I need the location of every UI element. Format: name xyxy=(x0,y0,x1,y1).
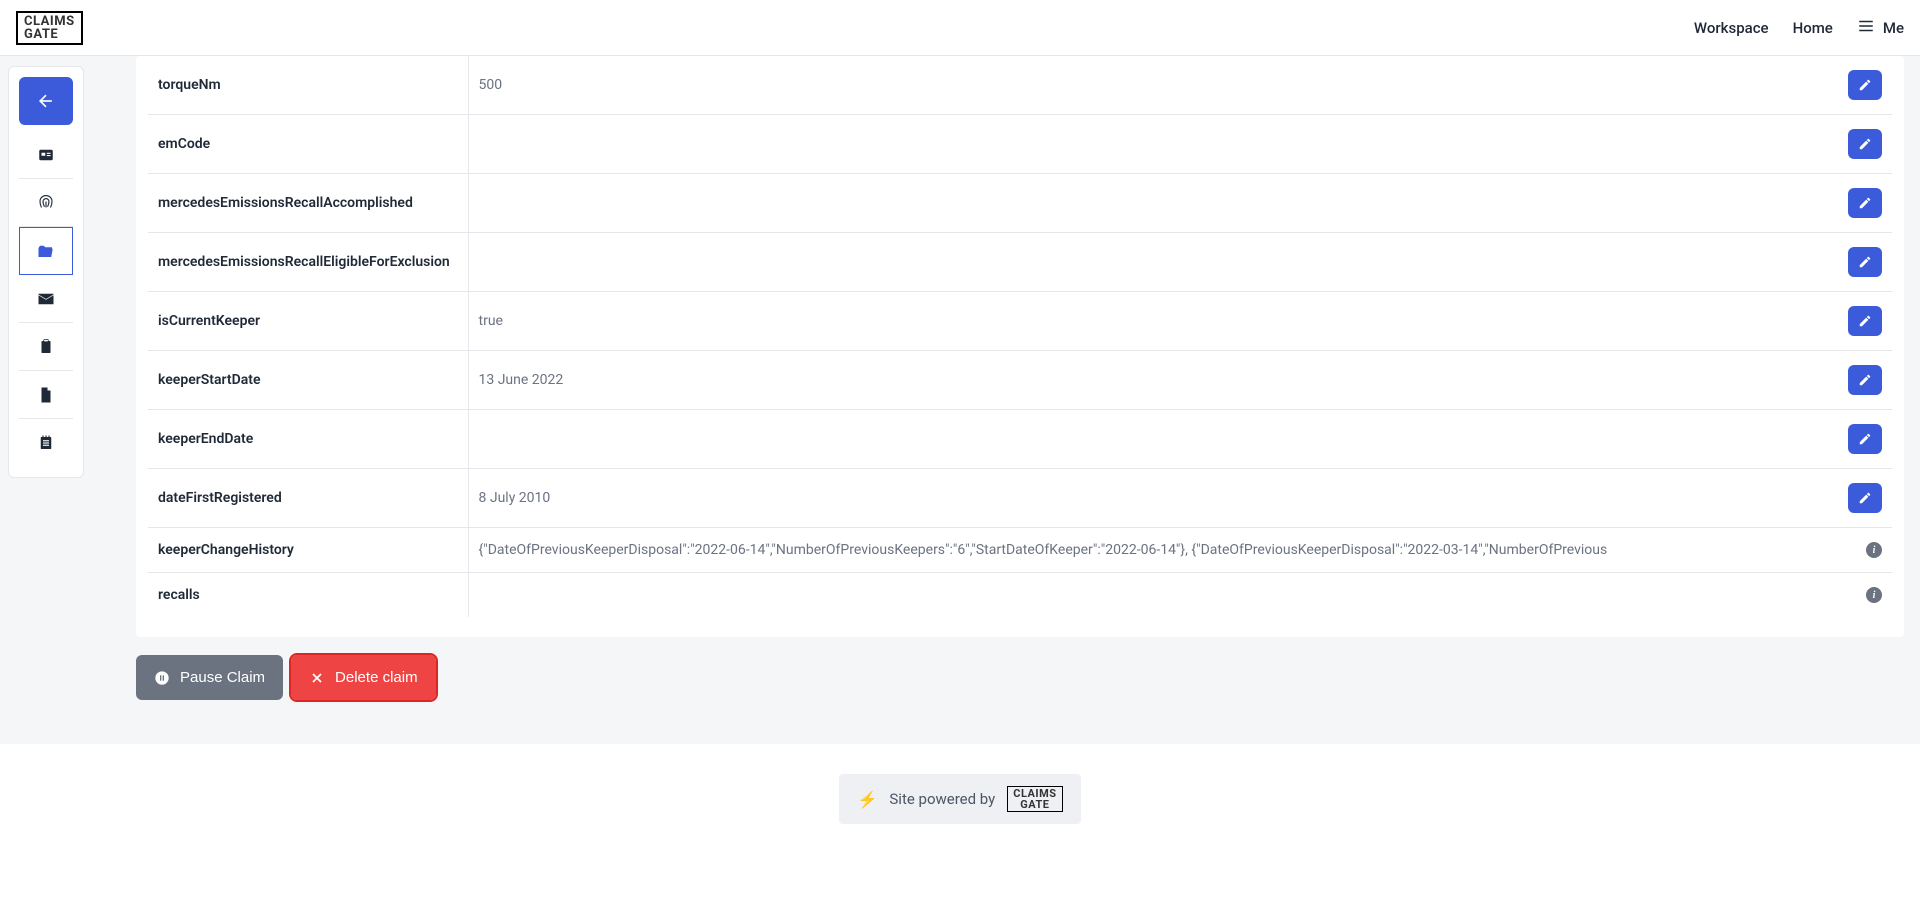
pencil-icon xyxy=(1858,432,1872,446)
row-value: 8 July 2010 xyxy=(468,469,1832,528)
pause-claim-button[interactable]: Pause Claim xyxy=(136,655,283,700)
table-row: torqueNm500 xyxy=(148,56,1892,115)
pencil-icon xyxy=(1858,314,1872,328)
row-value xyxy=(468,410,1832,469)
edit-button[interactable] xyxy=(1848,247,1882,277)
sidebar-back-button[interactable] xyxy=(19,77,73,125)
pause-label: Pause Claim xyxy=(180,669,265,686)
row-key: emCode xyxy=(148,115,468,174)
table-row: keeperChangeHistory{"DateOfPreviousKeepe… xyxy=(148,528,1892,573)
edit-button[interactable] xyxy=(1848,129,1882,159)
sidebar-item-notes[interactable] xyxy=(19,419,73,467)
footer-logo: CLAIMS GATE xyxy=(1007,786,1062,812)
claim-data-table: torqueNm500emCodemercedesEmissionsRecall… xyxy=(148,56,1892,617)
brand-line1: CLAIMS xyxy=(24,15,75,28)
table-row: dateFirstRegistered8 July 2010 xyxy=(148,469,1892,528)
row-value xyxy=(468,115,1832,174)
edit-button[interactable] xyxy=(1848,424,1882,454)
file-icon xyxy=(37,386,55,404)
envelope-icon xyxy=(37,290,55,308)
sidebar-item-files[interactable] xyxy=(19,227,73,275)
pencil-icon xyxy=(1858,373,1872,387)
pencil-icon xyxy=(1858,491,1872,505)
id-card-icon xyxy=(37,146,55,164)
edit-button[interactable] xyxy=(1848,70,1882,100)
table-row: mercedesEmissionsRecallAccomplished xyxy=(148,174,1892,233)
nav-home[interactable]: Home xyxy=(1793,19,1833,37)
pencil-icon xyxy=(1858,137,1872,151)
table-row: isCurrentKeepertrue xyxy=(148,292,1892,351)
pencil-icon xyxy=(1858,255,1872,269)
edit-button[interactable] xyxy=(1848,188,1882,218)
hamburger-icon xyxy=(1857,17,1875,39)
delete-claim-button[interactable]: Delete claim xyxy=(291,655,436,700)
table-row: keeperStartDate13 June 2022 xyxy=(148,351,1892,410)
pencil-icon xyxy=(1858,78,1872,92)
pencil-icon xyxy=(1858,196,1872,210)
nav-me-label: Me xyxy=(1883,19,1904,37)
sidebar-item-identity[interactable] xyxy=(19,179,73,227)
edit-button[interactable] xyxy=(1848,483,1882,513)
row-key: torqueNm xyxy=(148,56,468,115)
delete-label: Delete claim xyxy=(335,669,418,686)
row-key: mercedesEmissionsRecallAccomplished xyxy=(148,174,468,233)
brand-line2: GATE xyxy=(24,28,75,41)
table-row: recalls i xyxy=(148,573,1892,618)
row-key: recalls xyxy=(148,573,468,618)
top-nav: CLAIMS GATE Workspace Home Me xyxy=(0,0,1920,56)
row-key: keeperStartDate xyxy=(148,351,468,410)
row-value xyxy=(468,174,1832,233)
sidebar-item-clipboard[interactable] xyxy=(19,323,73,371)
clipboard-icon xyxy=(37,338,55,356)
close-icon xyxy=(309,670,325,686)
info-icon[interactable]: i xyxy=(1866,542,1882,558)
sidebar-item-document[interactable] xyxy=(19,371,73,419)
footer-text: Site powered by xyxy=(889,790,995,808)
nav-workspace[interactable]: Workspace xyxy=(1694,19,1769,37)
row-value: 500 xyxy=(468,56,1832,115)
row-key: isCurrentKeeper xyxy=(148,292,468,351)
claim-data-card: torqueNm500emCodemercedesEmissionsRecall… xyxy=(136,56,1904,637)
edit-button[interactable] xyxy=(1848,365,1882,395)
edit-button[interactable] xyxy=(1848,306,1882,336)
row-key: keeperChangeHistory xyxy=(148,528,468,573)
fingerprint-icon xyxy=(37,194,55,212)
footer: ⚡ Site powered by CLAIMS GATE xyxy=(0,744,1920,904)
folder-open-icon xyxy=(37,242,55,260)
footer-brand-line2: GATE xyxy=(1013,799,1056,810)
main-content: torqueNm500emCodemercedesEmissionsRecall… xyxy=(120,56,1920,730)
table-row: mercedesEmissionsRecallEligibleForExclus… xyxy=(148,233,1892,292)
pause-icon xyxy=(154,670,170,686)
brand-logo[interactable]: CLAIMS GATE xyxy=(16,11,83,45)
row-key: dateFirstRegistered xyxy=(148,469,468,528)
left-sidebar xyxy=(8,66,84,478)
row-value: {"DateOfPreviousKeeperDisposal":"2022-06… xyxy=(468,528,1892,573)
nav-right: Workspace Home Me xyxy=(1694,17,1904,39)
notepad-icon xyxy=(37,434,55,452)
table-row: keeperEndDate xyxy=(148,410,1892,469)
sidebar-item-profile[interactable] xyxy=(19,131,73,179)
row-value: 13 June 2022 xyxy=(468,351,1832,410)
row-value: i xyxy=(468,573,1892,618)
footer-pill[interactable]: ⚡ Site powered by CLAIMS GATE xyxy=(839,774,1080,824)
row-key: keeperEndDate xyxy=(148,410,468,469)
bolt-icon: ⚡ xyxy=(857,790,877,809)
info-icon[interactable]: i xyxy=(1866,587,1882,603)
row-key: mercedesEmissionsRecallEligibleForExclus… xyxy=(148,233,468,292)
sidebar-item-messages[interactable] xyxy=(19,275,73,323)
row-value xyxy=(468,233,1832,292)
nav-me[interactable]: Me xyxy=(1857,17,1904,39)
action-row: Pause Claim Delete claim xyxy=(136,655,1904,700)
row-value: true xyxy=(468,292,1832,351)
table-row: emCode xyxy=(148,115,1892,174)
